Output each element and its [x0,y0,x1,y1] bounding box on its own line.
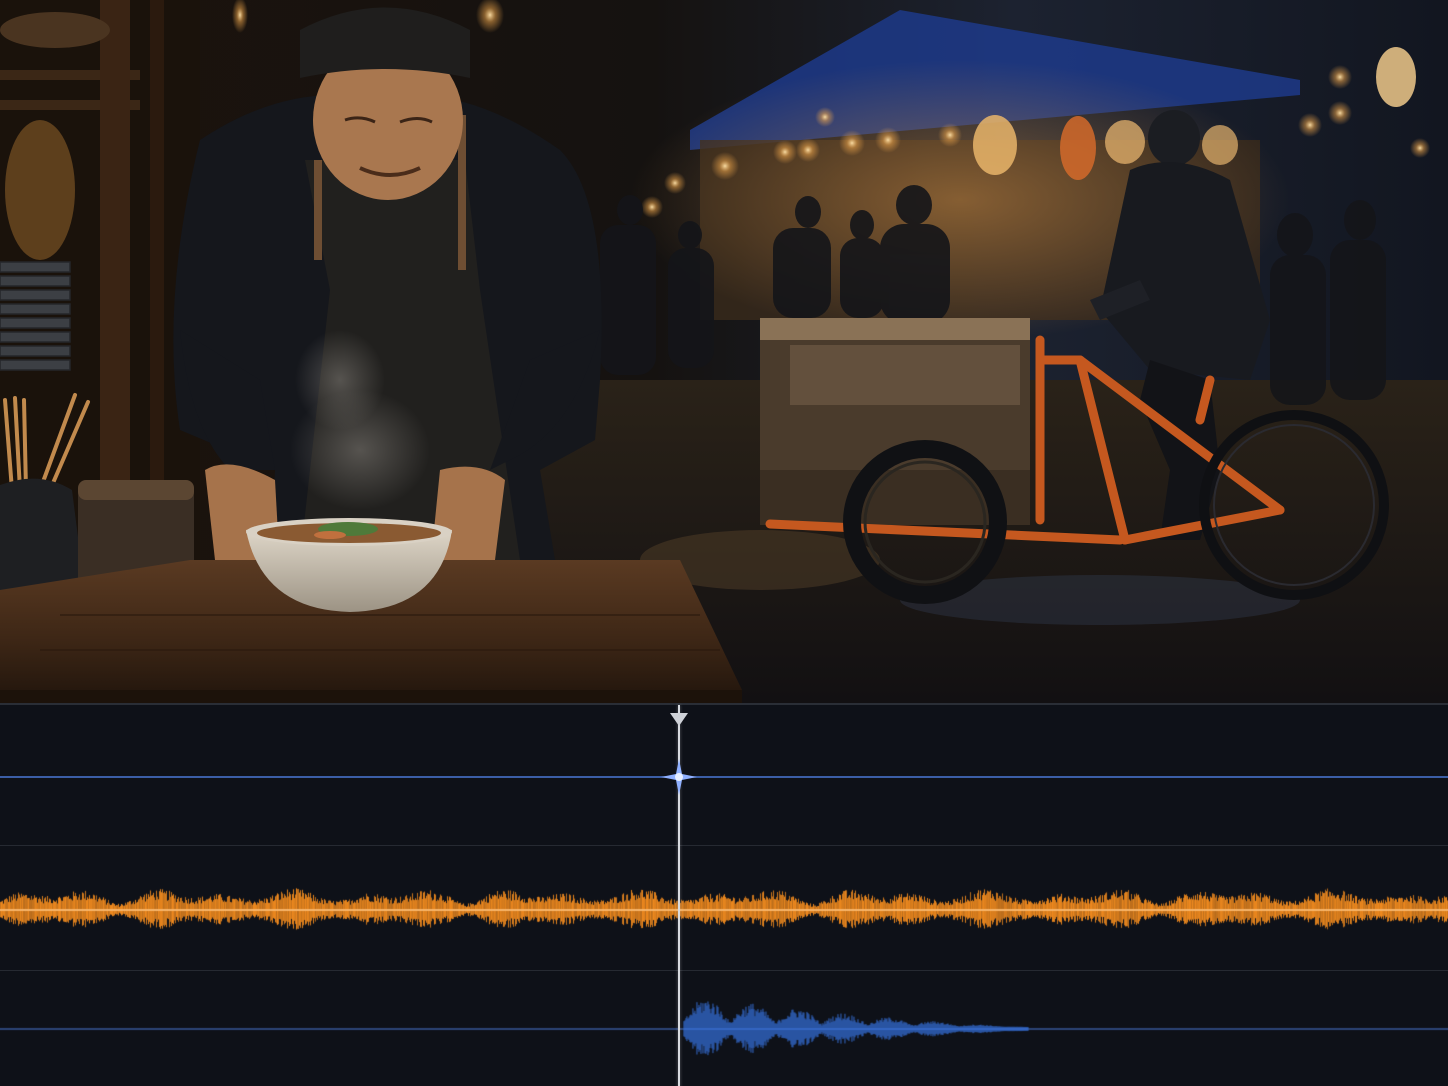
voice-waveform[interactable] [0,971,1448,1086]
voice-track[interactable] [0,971,1448,1086]
video-editor [0,0,1448,1086]
video-preview[interactable] [0,0,1448,703]
video-track[interactable] [0,705,1448,846]
video-track-keyframe-line [0,776,1448,778]
preview-frame-image [0,0,1448,703]
keyframe-marker-icon[interactable] [659,757,699,797]
music-waveform[interactable] [0,846,1448,971]
music-track[interactable] [0,846,1448,971]
timeline-panel[interactable] [0,703,1448,1086]
playhead-handle-icon[interactable] [670,713,688,726]
